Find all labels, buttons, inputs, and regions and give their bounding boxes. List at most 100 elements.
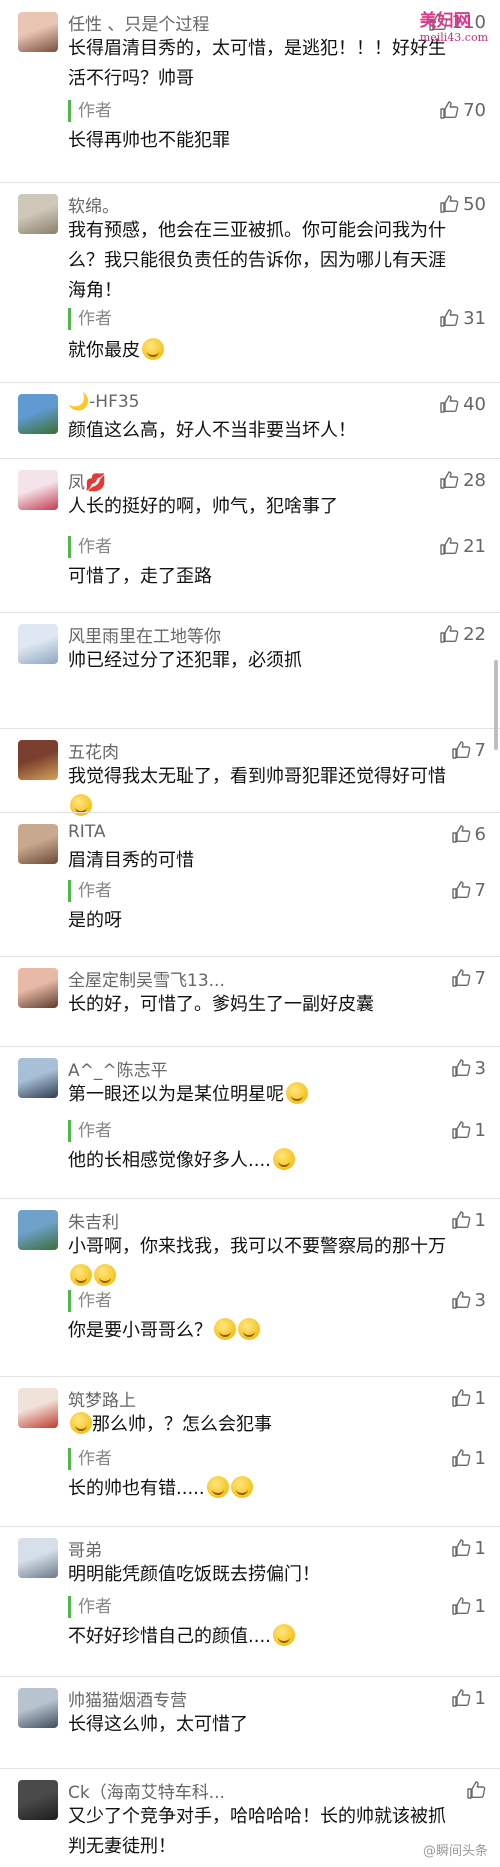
like-button[interactable]: 7: [451, 738, 486, 762]
thumbs-up-icon[interactable]: [451, 1688, 471, 1708]
comment-text-content: 长得这么帅，太可惜了: [68, 1714, 248, 1735]
like-button[interactable]: 1: [451, 1208, 486, 1232]
thumbs-up-icon[interactable]: [439, 100, 459, 120]
thumbs-up-icon[interactable]: [439, 536, 459, 556]
author-reply-content: 长的帅也有错.....: [68, 1478, 205, 1499]
thumbs-up-icon[interactable]: [451, 1290, 471, 1310]
thumbs-up-icon[interactable]: [451, 1210, 471, 1230]
thumbs-up-icon[interactable]: [439, 394, 459, 414]
user-avatar[interactable]: [18, 968, 58, 1008]
thumbs-up-icon[interactable]: [451, 968, 471, 988]
comment-text: 明明能凭颜值吃饭既去捞偏门！: [68, 1560, 458, 1590]
comment-text: 颜值这么高，好人不当非要当坏人！: [68, 416, 458, 446]
separator: [0, 1526, 500, 1527]
user-avatar[interactable]: [18, 1388, 58, 1428]
laughing-emoji-icon: [272, 1624, 295, 1646]
like-button[interactable]: 3: [451, 1056, 486, 1080]
comment-text-content: 我有预感，他会在三亚被抓。你可能会问我为什么？我只能很负责任的告诉你，因为哪儿有…: [68, 220, 446, 301]
laughing-emoji-icon: [206, 1476, 229, 1498]
user-avatar[interactable]: [18, 394, 58, 434]
like-button[interactable]: 6: [451, 822, 486, 846]
comment-text: 我觉得我太无耻了，看到帅哥犯罪还觉得好可惜: [68, 762, 458, 822]
comment-text: 长得眉清目秀的，太可惜，是逃犯！！！好好生活不行吗？帅哥: [68, 34, 458, 94]
username[interactable]: 软绵。: [68, 192, 119, 217]
username[interactable]: 🌙-HF35: [68, 392, 140, 412]
thumbs-up-icon[interactable]: [466, 1780, 486, 1800]
username[interactable]: 任性 、只是个过程: [68, 10, 209, 35]
laughing-emoji-icon: [286, 1082, 308, 1104]
scrollbar[interactable]: [494, 660, 498, 750]
comment-text-content: 长得眉清目秀的，太可惜，是逃犯！！！好好生活不行吗？帅哥: [68, 38, 446, 89]
reply-like-button[interactable]: 70: [439, 98, 486, 122]
thumbs-up-icon[interactable]: [451, 1058, 471, 1078]
author-reply-content: 不好好珍惜自己的颜值....: [68, 1626, 271, 1647]
user-avatar[interactable]: [18, 1780, 58, 1820]
like-button[interactable]: 22: [439, 622, 486, 646]
like-button[interactable]: 1: [451, 1386, 486, 1410]
like-count: 28: [463, 469, 486, 491]
separator: [0, 1376, 500, 1377]
username[interactable]: 全屋定制吴雪飞13...: [68, 966, 225, 991]
reply-like-button[interactable]: 1: [451, 1446, 486, 1470]
thumbs-up-icon[interactable]: [451, 1596, 471, 1616]
user-avatar[interactable]: [18, 1058, 58, 1098]
separator: [0, 956, 500, 957]
laughing-emoji-icon: [272, 1148, 295, 1170]
user-avatar[interactable]: [18, 624, 58, 664]
username[interactable]: A^_^陈志平: [68, 1056, 168, 1081]
reply-like-button[interactable]: 31: [439, 306, 486, 330]
like-button[interactable]: 7: [451, 966, 486, 990]
like-count: 1: [474, 1447, 486, 1469]
username[interactable]: 帅猫猫烟酒专营: [68, 1686, 187, 1711]
reply-like-button[interactable]: 7: [451, 878, 486, 902]
thumbs-up-icon[interactable]: [451, 824, 471, 844]
like-button[interactable]: 50: [439, 192, 486, 216]
author-reply-content: 是的呀: [68, 910, 122, 931]
like-count: 50: [463, 193, 486, 215]
reply-like-button[interactable]: 1: [451, 1118, 486, 1142]
user-avatar[interactable]: [18, 194, 58, 234]
username[interactable]: 五花肉: [68, 738, 119, 763]
separator: [0, 182, 500, 183]
reply-like-button[interactable]: 21: [439, 534, 486, 558]
reply-like-button[interactable]: 1: [451, 1594, 486, 1618]
like-count: 1: [474, 1119, 486, 1141]
thumbs-up-icon[interactable]: [451, 880, 471, 900]
like-button[interactable]: 40: [439, 392, 486, 416]
reply-like-button[interactable]: 3: [451, 1288, 486, 1312]
username[interactable]: Ck（海南艾特车科...: [68, 1778, 225, 1803]
username[interactable]: 风里雨里在工地等你: [68, 622, 221, 647]
user-avatar[interactable]: [18, 1688, 58, 1728]
user-avatar[interactable]: [18, 824, 58, 864]
thumbs-up-icon[interactable]: [451, 1388, 471, 1408]
user-avatar[interactable]: [18, 470, 58, 510]
laughing-emoji-icon: [70, 1264, 92, 1286]
laughing-emoji-icon: [214, 1318, 236, 1340]
like-button[interactable]: [466, 1778, 486, 1802]
username[interactable]: RITA: [68, 822, 106, 842]
username[interactable]: 朱吉利: [68, 1208, 119, 1233]
author-reply-content: 长得再帅也不能犯罪: [68, 130, 230, 151]
username[interactable]: 哥弟: [68, 1536, 102, 1561]
comment-text: 帅已经过分了还犯罪，必须抓: [68, 646, 458, 676]
separator: [0, 612, 500, 613]
thumbs-up-icon[interactable]: [451, 1448, 471, 1468]
thumbs-up-icon[interactable]: [439, 308, 459, 328]
user-avatar[interactable]: [18, 1538, 58, 1578]
user-avatar[interactable]: [18, 12, 58, 52]
thumbs-up-icon[interactable]: [439, 624, 459, 644]
user-avatar[interactable]: [18, 740, 58, 780]
username[interactable]: 筑梦路上: [68, 1386, 136, 1411]
thumbs-up-icon[interactable]: [451, 740, 471, 760]
thumbs-up-icon[interactable]: [451, 1120, 471, 1140]
author-reply-text: 他的长相感觉像好多人....: [68, 1146, 458, 1176]
user-avatar[interactable]: [18, 1210, 58, 1250]
like-button[interactable]: 1: [451, 1536, 486, 1560]
thumbs-up-icon[interactable]: [451, 1538, 471, 1558]
like-count: 22: [463, 623, 486, 645]
thumbs-up-icon[interactable]: [439, 194, 459, 214]
username[interactable]: 凤💋: [68, 468, 106, 493]
like-button[interactable]: 1: [451, 1686, 486, 1710]
thumbs-up-icon[interactable]: [439, 470, 459, 490]
like-button[interactable]: 28: [439, 468, 486, 492]
